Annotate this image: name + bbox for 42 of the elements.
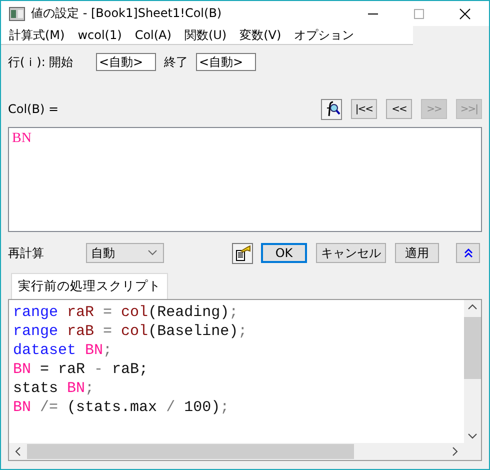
function-search-button[interactable] [321,98,342,120]
ok-button[interactable]: OK [261,243,307,263]
app-icon [9,6,25,21]
menu-item[interactable]: 関数(U) [180,26,236,44]
formula-editor[interactable]: BN [8,127,482,232]
dialog-button[interactable]: キャンセル [316,243,386,263]
navigation-button[interactable]: << [386,99,412,119]
scroll-right-icon[interactable] [452,447,458,456]
collapse-button[interactable] [456,243,480,263]
document-arrow-icon [234,245,250,261]
code-line: BN /= (stats.max / 100); [13,398,230,417]
formula-text: BN [12,131,32,146]
vertical-scrollbar[interactable] [464,300,481,443]
navigation-button[interactable]: |<< [351,99,377,119]
close-icon[interactable] [459,8,471,20]
paste-button[interactable] [232,242,253,264]
row-range-label: 行(ｉ): 開始 [8,54,74,70]
code-line: range raB = col(Baseline); [13,322,248,341]
double-chevron-up-icon [464,248,472,258]
dialog-button[interactable]: 適用 [395,243,439,263]
start-field[interactable]: <自動> [96,53,156,71]
formula-label: Col(B) = [8,102,59,116]
menu-item[interactable]: Col(A) [130,28,180,42]
scroll-up-icon[interactable] [468,304,477,310]
tab[interactable]: 実行前の処理スクリプト [11,273,168,299]
script-editor[interactable]: range raR = col(Reading); range raB = col(Baseline); dataset BN; BN = raR - raB; stats BN; BN /= (stats.max / 100); [8,299,482,461]
recalculate-dropdown[interactable]: 自動 [86,243,164,263]
code-line: range raR = col(Reading); [13,303,238,322]
menu-item[interactable]: 変数(V) [236,26,290,44]
menu-item[interactable]: オプション [290,26,364,44]
window-title: 値の設定 - [Book1]Sheet1!Col(B) [31,5,222,22]
menu-item[interactable]: wcol(1) [74,28,131,42]
scroll-down-icon[interactable] [468,433,477,439]
code-line: dataset BN; [13,341,112,360]
end-label: 終了 [164,54,188,70]
end-field[interactable]: <自動> [196,53,256,71]
code-line: stats BN; [13,379,94,398]
menu-item[interactable]: 計算式(M) [5,26,74,44]
scroll-left-icon[interactable] [15,447,21,456]
chevron-down-icon [148,250,157,256]
recalculate-label: 再計算 [8,244,45,262]
code-line: BN = raR - raB; [13,360,148,379]
